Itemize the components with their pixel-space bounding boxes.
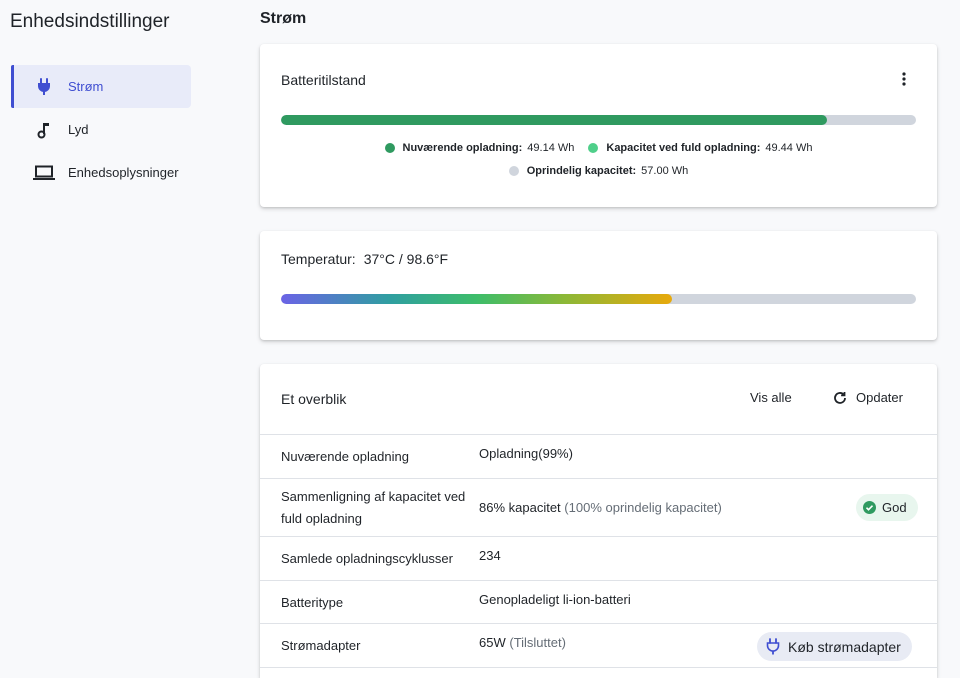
row-value: Opladning(99%) (479, 446, 573, 461)
legend-full: Kapacitet ved fuld opladning: 49.44 Wh (588, 142, 812, 154)
temperature-value: 37°C / 98.6°F (363, 251, 449, 267)
row-value: 234 (479, 548, 501, 563)
legend-dot-original (508, 166, 519, 176)
sidebar-title: Enhedsindstillinger (10, 11, 170, 32)
row-label: Strømadapter (281, 638, 361, 653)
row-label: Sammenligning af kapacitet ved fuld opla… (281, 489, 466, 526)
sidebar-nav: Strøm Lyd Enhedsoplysninger (11, 65, 191, 194)
battery-bar (281, 115, 916, 125)
view-all-button[interactable]: Vis alle (750, 390, 792, 405)
legend-value: 49.44 Wh (765, 142, 813, 154)
row-value: Genopladeligt li-ion-batteri (479, 592, 631, 607)
buy-adapter-button[interactable]: Køb strømadapter (757, 632, 912, 661)
row-value: 86% kapacitet (100% oprindelig kapacitet… (479, 500, 722, 515)
row-label: Nuværende opladning (281, 449, 409, 464)
legend-value: 57.00 Wh (641, 165, 689, 177)
page-title: Strøm (260, 10, 307, 27)
battery-legend-row2: Oprindelig kapacitet: 57.00 Wh (260, 165, 937, 177)
refresh-icon (833, 391, 847, 405)
sidebar-item-strom[interactable]: Strøm (11, 65, 191, 108)
capacity-note: (100% oprindelig kapacitet) (564, 500, 722, 515)
row-label: Samlede opladningscyklusser (281, 551, 453, 566)
sidebar-item-lyd[interactable]: Lyd (11, 108, 191, 151)
laptop-icon (33, 162, 55, 184)
table-row-battery-type: Batteritype Genopladeligt li-ion-batteri (260, 581, 937, 624)
buy-adapter-label: Køb strømadapter (788, 638, 901, 655)
table-row-cycles: Samlede opladningscyklusser 234 (260, 537, 937, 581)
legend-label: Oprindelig kapacitet: (526, 165, 637, 177)
overview-card: Et overblik Vis alle Opdater Nuværende o… (260, 364, 937, 678)
legend-dot-current (384, 143, 395, 153)
adapter-note: (Tilsluttet) (509, 635, 566, 650)
row-value: 65W (Tilsluttet) (479, 635, 566, 650)
legend-label: Kapacitet ved fuld opladning: (606, 142, 761, 154)
capacity-value: 86% kapacitet (479, 500, 561, 515)
battery-legend: Nuværende opladning: 49.14 Wh Kapacitet … (260, 142, 937, 154)
table-row-current-charge: Nuværende opladning Opladning(99%) (260, 435, 937, 479)
plug-icon (33, 76, 55, 98)
legend-original: Oprindelig kapacitet: 57.00 Wh (508, 165, 689, 177)
status-badge-label: God (882, 500, 907, 515)
legend-value: 49.14 Wh (527, 142, 575, 154)
table-row-capacity: Sammenligning af kapacitet ved fuld opla… (260, 479, 937, 537)
battery-card-title: Batteritilstand (281, 72, 366, 88)
temperature-title: Temperatur: 37°C / 98.6°F (281, 251, 448, 267)
row-label: Batteritype (281, 595, 344, 610)
temperature-bar-fill (281, 294, 672, 304)
music-note-icon (33, 119, 55, 141)
adapter-value: 65W (479, 635, 506, 650)
legend-current: Nuværende opladning: 49.14 Wh (384, 142, 575, 154)
legend-label: Nuværende opladning: (402, 142, 523, 154)
sidebar-item-label: Lyd (68, 122, 89, 137)
table-row-adapter: Strømadapter 65W (Tilsluttet) Køb strøma… (260, 624, 937, 668)
check-circle-icon (863, 501, 876, 514)
more-vertical-icon[interactable] (895, 70, 913, 88)
overview-header: Et overblik Vis alle Opdater (260, 364, 937, 435)
sidebar: Enhedsindstillinger Strøm Lyd Enhedsoply… (0, 0, 240, 678)
sidebar-item-enhedsoplysninger[interactable]: Enhedsoplysninger (11, 151, 191, 194)
battery-bar-fill (281, 115, 828, 125)
temperature-card: Temperatur: 37°C / 98.6°F (260, 231, 937, 340)
temperature-label: Temperatur: (281, 251, 356, 267)
sidebar-item-label: Strøm (68, 79, 104, 94)
status-badge: God (856, 494, 918, 521)
overview-title: Et overblik (281, 391, 347, 407)
refresh-label: Opdater (856, 390, 903, 405)
battery-card: Batteritilstand Nuværende opladning: 49.… (260, 44, 937, 207)
sidebar-item-label: Enhedsoplysninger (68, 165, 179, 180)
legend-dot-full (588, 143, 599, 153)
refresh-button[interactable]: Opdater (833, 390, 903, 405)
plug-icon (766, 638, 780, 655)
temperature-bar (281, 294, 916, 304)
